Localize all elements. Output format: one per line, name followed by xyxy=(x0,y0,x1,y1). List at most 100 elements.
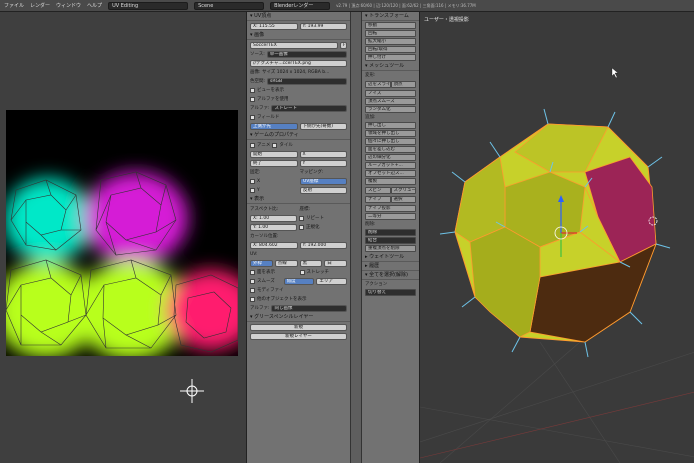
tool-smooth-vertex[interactable]: 頂点スムーズ xyxy=(365,98,416,105)
draw-faces-checkbox[interactable] xyxy=(250,269,255,275)
cursor-x-field[interactable]: X: 804.602 xyxy=(250,241,298,249)
transform-header[interactable]: ▾ トランスフォーム xyxy=(362,12,419,21)
edge-white-button[interactable]: 白 xyxy=(324,259,347,267)
tool-extrude[interactable]: 押し出し xyxy=(365,122,416,129)
knife-select-row: ナイフ 選択 xyxy=(362,195,419,204)
image-info-row: 画像: サイズ 1024 x 1024, RGBA b... xyxy=(250,68,347,76)
tiles-y-field[interactable]: Y xyxy=(299,159,347,167)
tiles-x-field[interactable]: X xyxy=(299,150,347,158)
tool-rotate[interactable]: 回転 xyxy=(365,30,416,37)
action-select[interactable]: 切り替え xyxy=(365,289,416,296)
history-header[interactable]: ▸ 履歴 xyxy=(362,262,419,271)
animation-checkbox[interactable] xyxy=(250,142,255,148)
tool-push[interactable]: 押し付け xyxy=(365,54,416,61)
field-order-lower[interactable]: 下側が先(奇数) xyxy=(299,122,347,130)
tool-knife[interactable]: ナイフ xyxy=(365,196,391,203)
other-objects-checkbox[interactable] xyxy=(250,296,255,302)
tool-spin[interactable]: スピン xyxy=(365,187,391,194)
select-all-header[interactable]: ▾ 全てを選択(解除) xyxy=(362,271,419,280)
grease-pencil-header[interactable]: ▾ グリースペンシルレイヤー xyxy=(247,313,350,322)
image-header[interactable]: ▾ 画像 xyxy=(247,31,350,40)
3d-viewport[interactable]: ユーザー・透視投影 xyxy=(419,12,694,463)
clamp-y-checkbox[interactable] xyxy=(250,187,255,193)
tool-randomize[interactable]: ランダム化 xyxy=(365,106,416,113)
gp-new-layer-button[interactable]: 新規レイヤー xyxy=(250,332,347,340)
cursor-y-field[interactable]: Y: 192.000 xyxy=(299,241,347,249)
alpha-display-select[interactable]: 同じ画像 xyxy=(271,304,347,312)
start-field[interactable]: 開始 xyxy=(250,150,298,158)
tool-screw[interactable]: スクリュー xyxy=(390,187,416,194)
normalized-checkbox[interactable] xyxy=(299,224,304,230)
aspect-x-field[interactable]: X: 1.00 xyxy=(250,214,297,222)
tool-remove-doubles[interactable]: 重複頂点を削除 xyxy=(365,245,416,252)
tool-rotate-fetch[interactable]: 回転/取得 xyxy=(365,46,416,53)
tool-shelf-tabs[interactable] xyxy=(350,12,361,463)
stretch-checkbox[interactable] xyxy=(299,269,305,275)
uv-image-editor[interactable] xyxy=(0,12,246,463)
top-bar: ファイル レンダー ウィンドウ ヘルプ UV Editing Scene Ble… xyxy=(0,0,694,12)
game-properties-header[interactable]: ▾ ゲームのプロパティ xyxy=(247,131,350,140)
tool-translate[interactable]: 移動 xyxy=(365,22,416,29)
tool-knife-project[interactable]: ナイフ投影 xyxy=(365,205,416,212)
edge-black-button[interactable]: 黒 xyxy=(299,259,323,267)
uv-x-field[interactable]: X: 115.55 xyxy=(250,22,298,30)
stretch-area-button[interactable]: エリア xyxy=(316,277,348,285)
tool-extrude-region[interactable]: 領域を押し出し xyxy=(365,130,416,137)
alpha-mode-select[interactable]: ストレート xyxy=(271,104,347,112)
smooth-checkbox[interactable] xyxy=(250,278,255,284)
status-info: v2.79 | 頂点:60/60 | 辺:120/120 | 面:62/62 |… xyxy=(336,2,476,8)
mapping-reflection-button[interactable]: 反射 xyxy=(300,186,347,194)
image-name-field[interactable]: SoccerTEX xyxy=(250,41,338,49)
repeat-checkbox[interactable] xyxy=(299,215,304,221)
tool-inset-faces[interactable]: 面を差し込む xyxy=(365,146,416,153)
tool-duplicate[interactable]: 複製 xyxy=(365,178,416,185)
smooth-label: スムーズ xyxy=(257,279,275,284)
tool-noise[interactable]: ノイズ xyxy=(365,90,416,97)
field-order-upper[interactable]: 上側が先 xyxy=(250,122,298,130)
tool-offset-edge[interactable]: オフセット辺ス... xyxy=(365,170,416,177)
tool-edge-slide[interactable]: 辺をスライド xyxy=(365,81,391,88)
tool-delete[interactable]: 削除 xyxy=(365,229,416,236)
2d-cursor-icon[interactable] xyxy=(180,379,204,403)
weight-tools-header[interactable]: ▸ ウェイトツール xyxy=(362,253,419,262)
aspect-x-row: X: 1.00 リピート xyxy=(250,214,347,222)
edge-outline-button[interactable]: 外枠 xyxy=(250,259,273,267)
menu-help[interactable]: ヘルプ xyxy=(87,2,102,9)
image-fake-user-button[interactable]: F xyxy=(340,41,347,49)
tool-scale[interactable]: 拡大縮小 xyxy=(365,38,416,45)
end-field[interactable]: 終了 xyxy=(250,159,298,167)
source-select[interactable]: 単一画像 xyxy=(266,50,347,58)
menu-file[interactable]: ファイル xyxy=(4,2,24,9)
fields-checkbox[interactable] xyxy=(250,114,255,120)
tool-knife-select[interactable]: 選択 xyxy=(390,196,416,203)
tool-bisect[interactable]: 二等分 xyxy=(365,213,416,220)
tiles-checkbox[interactable] xyxy=(272,142,278,148)
uv-texture xyxy=(6,110,238,356)
layout-selector[interactable]: UV Editing xyxy=(108,1,189,10)
tool-merge[interactable]: 結合 xyxy=(365,237,416,244)
aspect-y-field[interactable]: Y: 1.00 xyxy=(250,223,297,231)
tool-extrude-individual[interactable]: 個々に押し出し xyxy=(365,138,416,145)
tool-loop-cut[interactable]: ループカット+... xyxy=(365,162,416,169)
clamp-x-checkbox[interactable] xyxy=(250,178,255,184)
colorspace-select[interactable]: sRGB xyxy=(267,77,347,85)
uv-y-field[interactable]: Y: 193.99 xyxy=(299,22,347,30)
tool-vertex-slide[interactable]: 頂点 xyxy=(390,81,416,88)
view-as-render-checkbox[interactable] xyxy=(250,87,255,93)
modified-checkbox[interactable] xyxy=(250,287,255,293)
menu-window[interactable]: ウィンドウ xyxy=(56,2,81,9)
tool-subdivide[interactable]: 辺の細分化 xyxy=(365,154,416,161)
file-path-field[interactable]: //テクスチャ...ccerTEX.png xyxy=(250,59,347,67)
display-header[interactable]: ▾ 表示 xyxy=(247,195,350,204)
gp-new-button[interactable]: 新規 xyxy=(250,323,347,331)
uv-vertex-header[interactable]: ▾ UV頂点 xyxy=(247,12,350,21)
view-as-render-row: ビューを表示 xyxy=(250,86,347,94)
render-engine-selector[interactable]: Blenderレンダー xyxy=(270,1,331,10)
mesh-tools-header[interactable]: ▾ メッシュツール xyxy=(362,62,419,71)
mapping-uv-button[interactable]: UV座標 xyxy=(300,177,347,185)
menu-render[interactable]: レンダー xyxy=(30,2,50,9)
scene-selector[interactable]: Scene xyxy=(194,1,265,10)
edge-dash-button[interactable]: 点線 xyxy=(274,259,298,267)
stretch-angle-button[interactable]: 角度 xyxy=(283,277,315,285)
use-alpha-checkbox[interactable] xyxy=(250,96,255,102)
